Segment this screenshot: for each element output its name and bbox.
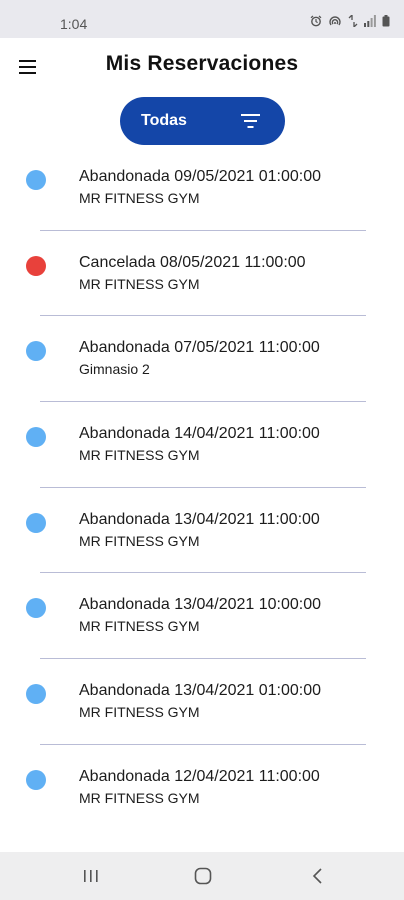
list-divider [40, 315, 366, 317]
status-dot-abandoned [26, 170, 46, 190]
status-time: 1:04 [60, 16, 88, 32]
reservation-title: Abandonada 14/04/2021 11:00:00 [79, 425, 320, 443]
reservation-gym: MR FITNESS GYM [79, 532, 200, 549]
app-bar: Mis Reservaciones [0, 38, 404, 94]
reservation-gym: MR FITNESS GYM [79, 704, 200, 721]
hotspot-icon [328, 15, 342, 27]
recent-apps-icon[interactable] [81, 866, 105, 886]
list-divider [40, 743, 366, 745]
reservation-item[interactable]: Abandonada 14/04/2021 11:00:00 MR FITNESS… [0, 412, 404, 498]
reservation-list: Abandonada 09/05/2021 01:00:00 MR FITNESS… [0, 155, 404, 841]
status-dot-abandoned [26, 769, 46, 790]
list-divider [40, 658, 366, 660]
signal-icon [364, 15, 376, 27]
system-nav-bar [0, 852, 404, 900]
filter-dropdown-button[interactable]: Todas [120, 97, 285, 145]
reservation-gym: MR FITNESS GYM [79, 789, 200, 806]
reservation-title: Abandonada 13/04/2021 10:00:00 [79, 596, 322, 614]
reservation-title: Abandonada 12/04/2021 11:00:00 [79, 767, 320, 785]
status-dot-abandoned [26, 684, 46, 705]
list-divider [40, 401, 366, 403]
wifi-icon [348, 15, 358, 27]
filter-icon [241, 113, 261, 129]
list-divider [40, 572, 366, 574]
reservation-title: Abandonada 09/05/2021 01:00:00 [79, 168, 322, 185]
reservation-item[interactable]: Abandonada 12/04/2021 11:00:00 MR FITNESS… [0, 755, 404, 841]
reservation-item[interactable]: Abandonada 07/05/2021 11:00:00 Gimnasio 2 [0, 326, 404, 412]
status-dot-abandoned [26, 598, 46, 619]
status-dot-cancelled [26, 255, 46, 276]
reservation-gym: MR FITNESS GYM [79, 190, 200, 206]
status-dot-abandoned [26, 427, 46, 448]
reservation-title: Abandonada 07/05/2021 11:00:00 [79, 339, 320, 357]
status-bar: 1:04 [0, 0, 404, 38]
back-icon[interactable] [308, 866, 332, 886]
battery-icon [382, 15, 390, 27]
filter-label: Todas [141, 112, 187, 129]
status-dot-abandoned [26, 512, 46, 533]
reservation-gym: Gimnasio 2 [79, 361, 150, 378]
reservation-title: Abandonada 13/04/2021 11:00:00 [79, 510, 320, 528]
reservation-item[interactable]: Abandonada 13/04/2021 01:00:00 MR FITNESS… [0, 669, 404, 755]
reservation-item[interactable]: Abandonada 09/05/2021 01:00:00 MR FITNESS… [0, 155, 404, 241]
home-icon[interactable] [192, 866, 216, 886]
status-dot-abandoned [26, 341, 46, 362]
reservation-item[interactable]: Cancelada 08/05/2021 11:00:00 MR FITNESS … [0, 241, 404, 327]
reservation-gym: MR FITNESS GYM [79, 447, 200, 464]
list-divider [40, 486, 366, 488]
reservation-title: Cancelada 08/05/2021 11:00:00 [79, 253, 306, 271]
reservation-gym: MR FITNESS GYM [79, 618, 200, 635]
reservation-gym: MR FITNESS GYM [79, 275, 200, 292]
alarm-icon [310, 15, 322, 27]
reservation-title: Abandonada 13/04/2021 01:00:00 [79, 682, 322, 700]
reservation-item[interactable]: Abandonada 13/04/2021 10:00:00 MR FITNESS… [0, 583, 404, 669]
list-divider [40, 229, 366, 231]
reservation-item[interactable]: Abandonada 13/04/2021 11:00:00 MR FITNESS… [0, 498, 404, 584]
status-icons [310, 15, 390, 27]
page-title: Mis Reservaciones [105, 52, 299, 75]
